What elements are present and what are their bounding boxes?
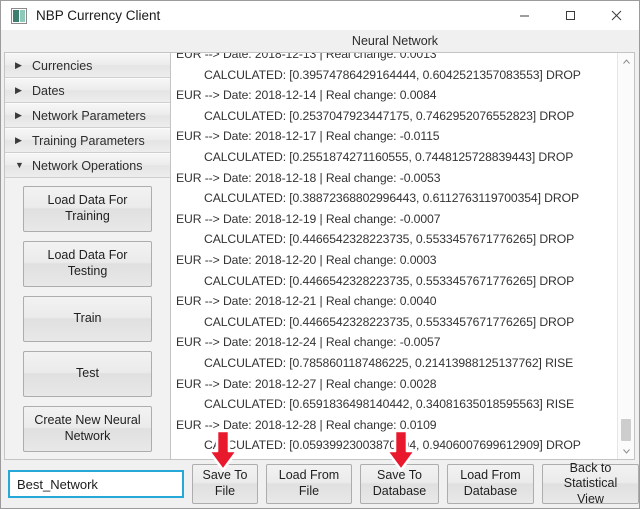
close-button[interactable] <box>593 1 639 30</box>
load-from-database-button[interactable]: Load From Database <box>447 464 534 504</box>
sidebar-item-label: Network Parameters <box>32 108 146 123</box>
network-name-input[interactable] <box>8 470 184 498</box>
sidebar-item-label: Currencies <box>32 58 93 73</box>
network-operations-panel: Load Data For Training Load Data For Tes… <box>5 178 170 459</box>
load-from-file-button[interactable]: Load From File <box>266 464 352 504</box>
log-line: CALCULATED: [0.6591836498140442, 0.34081… <box>204 397 575 412</box>
section-header: Neural Network <box>1 30 639 52</box>
chevron-down-icon: ▼ <box>15 160 24 170</box>
section-header-label: Neural Network <box>351 34 439 48</box>
sidebar-item-currencies[interactable]: ▶ Currencies <box>5 53 170 78</box>
save-to-database-button[interactable]: Save To Database <box>360 464 439 504</box>
main-content: ▶ Currencies ▶ Dates ▶ Network Parameter… <box>1 52 639 460</box>
log-line: EUR --> Date: 2018-12-31 | Real change: … <box>176 456 617 460</box>
sidebar-accordion: ▶ Currencies ▶ Dates ▶ Network Parameter… <box>4 52 170 460</box>
maximize-button[interactable] <box>547 1 593 30</box>
log-line: CALCULATED: [0.39574786429164444, 0.6042… <box>204 67 581 82</box>
log-line: EUR --> Date: 2018-12-21 | Real change: … <box>176 294 437 309</box>
log-scrollbar[interactable] <box>617 53 634 459</box>
back-to-statistical-view-button[interactable]: Back to Statistical View <box>542 461 639 506</box>
log-line: CALCULATED: [0.4466542328223735, 0.55334… <box>204 232 575 247</box>
scrollbar-track[interactable] <box>618 69 634 443</box>
title-bar: NBP Currency Client <box>1 1 639 30</box>
load-data-for-testing-button[interactable]: Load Data For Testing <box>23 241 152 287</box>
sidebar-item-label: Network Operations <box>32 158 143 173</box>
create-new-neural-network-button[interactable]: Create New Neural Network <box>23 406 152 452</box>
log-line: EUR --> Date: 2018-12-13 | Real change: … <box>176 53 437 61</box>
train-button[interactable]: Train <box>23 296 152 342</box>
application-window: NBP Currency Client Neural Network ▶ Cur… <box>0 0 640 509</box>
log-line: CALCULATED: [0.7858601187486225, 0.21413… <box>204 355 574 370</box>
test-button[interactable]: Test <box>23 351 152 397</box>
sidebar-item-network-operations[interactable]: ▼ Network Operations <box>5 153 170 178</box>
scroll-up-icon[interactable] <box>618 53 634 69</box>
log-text-area[interactable]: EUR --> Date: 2018-12-13 | Real change: … <box>171 53 617 459</box>
window-controls <box>501 1 639 30</box>
log-line: CALCULATED: [0.05939923003870894, 0.9406… <box>204 438 581 453</box>
chevron-right-icon: ▶ <box>15 110 22 120</box>
scroll-down-icon[interactable] <box>618 443 634 459</box>
log-line: CALCULATED: [0.2537047923447175, 0.74629… <box>204 108 575 123</box>
log-line: CALCULATED: [0.4466542328223735, 0.55334… <box>204 314 575 329</box>
log-line: EUR --> Date: 2018-12-20 | Real change: … <box>176 252 437 267</box>
log-line: EUR --> Date: 2018-12-27 | Real change: … <box>176 376 437 391</box>
sidebar-item-label: Training Parameters <box>32 133 145 148</box>
log-line: EUR --> Date: 2018-12-17 | Real change: … <box>176 129 440 144</box>
log-line: CALCULATED: [0.2551874271160555, 0.74481… <box>204 149 574 164</box>
log-lines: EUR --> Date: 2018-12-13 | Real change: … <box>176 53 617 459</box>
log-line: EUR --> Date: 2018-12-28 | Real change: … <box>176 417 437 432</box>
save-to-file-button[interactable]: Save To File <box>192 464 258 504</box>
log-line: CALCULATED: [0.4466542328223735, 0.55334… <box>204 273 575 288</box>
chevron-right-icon: ▶ <box>15 135 22 145</box>
scrollbar-thumb[interactable] <box>621 419 631 441</box>
window-title: NBP Currency Client <box>36 8 161 23</box>
app-icon <box>11 7 27 24</box>
minimize-button[interactable] <box>501 1 547 30</box>
chevron-right-icon: ▶ <box>15 60 22 70</box>
log-line: EUR --> Date: 2018-12-18 | Real change: … <box>176 170 441 185</box>
chevron-right-icon: ▶ <box>15 85 22 95</box>
sidebar-item-label: Dates <box>32 83 65 98</box>
log-line: CALCULATED: [0.38872368802996443, 0.6112… <box>204 191 579 206</box>
sidebar-item-network-parameters[interactable]: ▶ Network Parameters <box>5 103 170 128</box>
log-line: EUR --> Date: 2018-12-19 | Real change: … <box>176 211 441 226</box>
load-data-for-training-button[interactable]: Load Data For Training <box>23 186 152 232</box>
sidebar-item-dates[interactable]: ▶ Dates <box>5 78 170 103</box>
bottom-toolbar: Save To File Load From File Save To Data… <box>1 460 639 508</box>
log-line: EUR --> Date: 2018-12-14 | Real change: … <box>176 88 437 103</box>
sidebar-item-training-parameters[interactable]: ▶ Training Parameters <box>5 128 170 153</box>
log-output-panel: EUR --> Date: 2018-12-13 | Real change: … <box>170 52 635 460</box>
log-line: EUR --> Date: 2018-12-24 | Real change: … <box>176 335 441 350</box>
